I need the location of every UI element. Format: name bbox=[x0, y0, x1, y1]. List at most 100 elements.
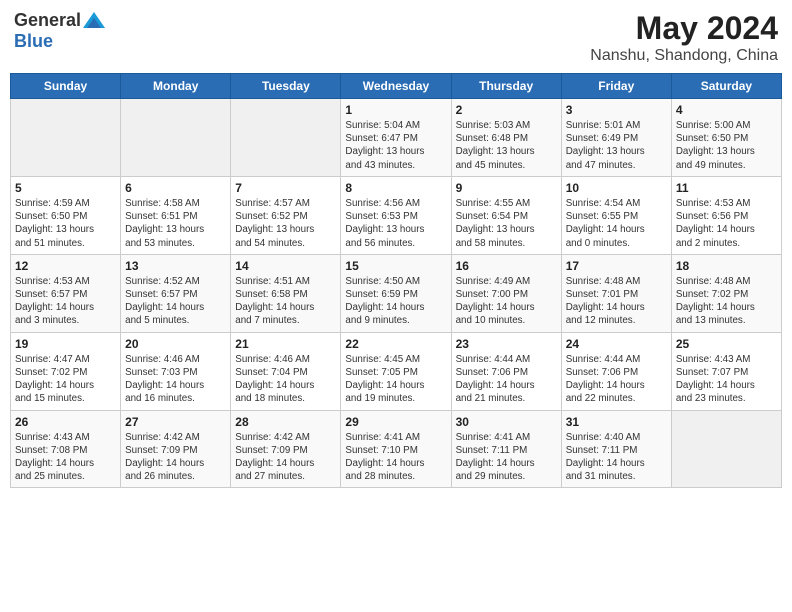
cell-date-number: 20 bbox=[125, 337, 226, 351]
cell-date-number: 23 bbox=[456, 337, 557, 351]
cell-date-number: 19 bbox=[15, 337, 116, 351]
calendar-table: Sunday Monday Tuesday Wednesday Thursday… bbox=[10, 73, 782, 488]
cell-info-text: Sunrise: 4:41 AMSunset: 7:10 PMDaylight:… bbox=[345, 431, 446, 484]
table-row bbox=[231, 99, 341, 177]
logo-icon bbox=[83, 12, 105, 30]
table-row: 27 Sunrise: 4:42 AMSunset: 7:09 PMDayligh… bbox=[121, 410, 231, 488]
cell-date-number: 9 bbox=[456, 181, 557, 195]
cell-date-number: 18 bbox=[676, 259, 777, 273]
table-row: 23 Sunrise: 4:44 AMSunset: 7:06 PMDayligh… bbox=[451, 332, 561, 410]
cell-info-text: Sunrise: 4:42 AMSunset: 7:09 PMDaylight:… bbox=[125, 431, 226, 484]
table-row: 15 Sunrise: 4:50 AMSunset: 6:59 PMDayligh… bbox=[341, 254, 451, 332]
calendar-header-row: Sunday Monday Tuesday Wednesday Thursday… bbox=[11, 74, 782, 99]
cell-date-number: 30 bbox=[456, 415, 557, 429]
cell-info-text: Sunrise: 4:45 AMSunset: 7:05 PMDaylight:… bbox=[345, 353, 446, 406]
cell-date-number: 27 bbox=[125, 415, 226, 429]
cell-date-number: 12 bbox=[15, 259, 116, 273]
cell-info-text: Sunrise: 5:04 AMSunset: 6:47 PMDaylight:… bbox=[345, 119, 446, 172]
table-row: 13Sunrise: 4:52 AMSunset: 6:57 PMDayligh… bbox=[121, 254, 231, 332]
table-row: 18 Sunrise: 4:48 AMSunset: 7:02 PMDayligh… bbox=[671, 254, 781, 332]
cell-info-text: Sunrise: 4:53 AMSunset: 6:57 PMDaylight:… bbox=[15, 275, 116, 328]
table-row: 29 Sunrise: 4:41 AMSunset: 7:10 PMDayligh… bbox=[341, 410, 451, 488]
cell-info-text: Sunrise: 5:03 AMSunset: 6:48 PMDaylight:… bbox=[456, 119, 557, 172]
cell-info-text: Sunrise: 4:42 AMSunset: 7:09 PMDaylight:… bbox=[235, 431, 336, 484]
cell-date-number: 1 bbox=[345, 103, 446, 117]
table-row: 10 Sunrise: 4:54 AMSunset: 6:55 PMDayligh… bbox=[561, 176, 671, 254]
cell-date-number: 7 bbox=[235, 181, 336, 195]
table-row bbox=[121, 99, 231, 177]
cell-info-text: Sunrise: 4:50 AMSunset: 6:59 PMDaylight:… bbox=[345, 275, 446, 328]
table-row: 6 Sunrise: 4:58 AMSunset: 6:51 PMDaylight… bbox=[121, 176, 231, 254]
table-row: 14Sunrise: 4:51 AMSunset: 6:58 PMDayligh… bbox=[231, 254, 341, 332]
table-row: 25Sunrise: 4:43 AMSunset: 7:07 PMDayligh… bbox=[671, 332, 781, 410]
col-sunday: Sunday bbox=[11, 74, 121, 99]
cell-info-text: Sunrise: 4:54 AMSunset: 6:55 PMDaylight:… bbox=[566, 197, 667, 250]
cell-info-text: Sunrise: 4:58 AMSunset: 6:51 PMDaylight:… bbox=[125, 197, 226, 250]
cell-date-number: 11 bbox=[676, 181, 777, 195]
week-row-5: 26 Sunrise: 4:43 AMSunset: 7:08 PMDayligh… bbox=[11, 410, 782, 488]
calendar-title: May 2024 bbox=[590, 10, 778, 47]
logo-general: General bbox=[14, 10, 81, 31]
table-row: 20Sunrise: 4:46 AMSunset: 7:03 PMDayligh… bbox=[121, 332, 231, 410]
table-row: 19Sunrise: 4:47 AMSunset: 7:02 PMDayligh… bbox=[11, 332, 121, 410]
table-row: 17 Sunrise: 4:48 AMSunset: 7:01 PMDayligh… bbox=[561, 254, 671, 332]
cell-info-text: Sunrise: 4:57 AMSunset: 6:52 PMDaylight:… bbox=[235, 197, 336, 250]
cell-date-number: 16 bbox=[456, 259, 557, 273]
cell-info-text: Sunrise: 4:49 AMSunset: 7:00 PMDaylight:… bbox=[456, 275, 557, 328]
page-header: General Blue May 2024 Nanshu, Shandong, … bbox=[10, 10, 782, 65]
col-thursday: Thursday bbox=[451, 74, 561, 99]
logo-blue: Blue bbox=[14, 31, 53, 51]
table-row bbox=[11, 99, 121, 177]
table-row bbox=[671, 410, 781, 488]
table-row: 9 Sunrise: 4:55 AMSunset: 6:54 PMDaylight… bbox=[451, 176, 561, 254]
table-row: 21 Sunrise: 4:46 AMSunset: 7:04 PMDayligh… bbox=[231, 332, 341, 410]
cell-info-text: Sunrise: 4:40 AMSunset: 7:11 PMDaylight:… bbox=[566, 431, 667, 484]
table-row: 1 Sunrise: 5:04 AMSunset: 6:47 PMDaylight… bbox=[341, 99, 451, 177]
table-row: 12 Sunrise: 4:53 AMSunset: 6:57 PMDayligh… bbox=[11, 254, 121, 332]
col-saturday: Saturday bbox=[671, 74, 781, 99]
week-row-3: 12 Sunrise: 4:53 AMSunset: 6:57 PMDayligh… bbox=[11, 254, 782, 332]
table-row: 31 Sunrise: 4:40 AMSunset: 7:11 PMDayligh… bbox=[561, 410, 671, 488]
cell-info-text: Sunrise: 4:43 AMSunset: 7:08 PMDaylight:… bbox=[15, 431, 116, 484]
table-row: 26 Sunrise: 4:43 AMSunset: 7:08 PMDayligh… bbox=[11, 410, 121, 488]
cell-info-text: Sunrise: 4:56 AMSunset: 6:53 PMDaylight:… bbox=[345, 197, 446, 250]
cell-date-number: 29 bbox=[345, 415, 446, 429]
cell-info-text: Sunrise: 4:44 AMSunset: 7:06 PMDaylight:… bbox=[456, 353, 557, 406]
cell-date-number: 31 bbox=[566, 415, 667, 429]
table-row: 22 Sunrise: 4:45 AMSunset: 7:05 PMDayligh… bbox=[341, 332, 451, 410]
cell-date-number: 24 bbox=[566, 337, 667, 351]
table-row: 28Sunrise: 4:42 AMSunset: 7:09 PMDayligh… bbox=[231, 410, 341, 488]
cell-info-text: Sunrise: 4:44 AMSunset: 7:06 PMDaylight:… bbox=[566, 353, 667, 406]
cell-date-number: 3 bbox=[566, 103, 667, 117]
cell-info-text: Sunrise: 4:55 AMSunset: 6:54 PMDaylight:… bbox=[456, 197, 557, 250]
week-row-2: 5Sunrise: 4:59 AMSunset: 6:50 PMDaylight… bbox=[11, 176, 782, 254]
cell-date-number: 15 bbox=[345, 259, 446, 273]
table-row: 24 Sunrise: 4:44 AMSunset: 7:06 PMDayligh… bbox=[561, 332, 671, 410]
cell-info-text: Sunrise: 4:52 AMSunset: 6:57 PMDaylight:… bbox=[125, 275, 226, 328]
cell-date-number: 5 bbox=[15, 181, 116, 195]
col-wednesday: Wednesday bbox=[341, 74, 451, 99]
col-monday: Monday bbox=[121, 74, 231, 99]
cell-date-number: 22 bbox=[345, 337, 446, 351]
cell-date-number: 2 bbox=[456, 103, 557, 117]
cell-info-text: Sunrise: 5:00 AMSunset: 6:50 PMDaylight:… bbox=[676, 119, 777, 172]
cell-info-text: Sunrise: 4:48 AMSunset: 7:02 PMDaylight:… bbox=[676, 275, 777, 328]
cell-date-number: 26 bbox=[15, 415, 116, 429]
cell-date-number: 21 bbox=[235, 337, 336, 351]
table-row: 5Sunrise: 4:59 AMSunset: 6:50 PMDaylight… bbox=[11, 176, 121, 254]
col-friday: Friday bbox=[561, 74, 671, 99]
title-area: May 2024 Nanshu, Shandong, China bbox=[590, 10, 778, 65]
cell-date-number: 25 bbox=[676, 337, 777, 351]
cell-info-text: Sunrise: 4:46 AMSunset: 7:04 PMDaylight:… bbox=[235, 353, 336, 406]
cell-info-text: Sunrise: 4:48 AMSunset: 7:01 PMDaylight:… bbox=[566, 275, 667, 328]
cell-date-number: 17 bbox=[566, 259, 667, 273]
cell-info-text: Sunrise: 4:53 AMSunset: 6:56 PMDaylight:… bbox=[676, 197, 777, 250]
cell-date-number: 8 bbox=[345, 181, 446, 195]
col-tuesday: Tuesday bbox=[231, 74, 341, 99]
calendar-subtitle: Nanshu, Shandong, China bbox=[590, 47, 778, 65]
cell-date-number: 14 bbox=[235, 259, 336, 273]
cell-date-number: 10 bbox=[566, 181, 667, 195]
cell-info-text: Sunrise: 5:01 AMSunset: 6:49 PMDaylight:… bbox=[566, 119, 667, 172]
cell-info-text: Sunrise: 4:41 AMSunset: 7:11 PMDaylight:… bbox=[456, 431, 557, 484]
cell-date-number: 6 bbox=[125, 181, 226, 195]
